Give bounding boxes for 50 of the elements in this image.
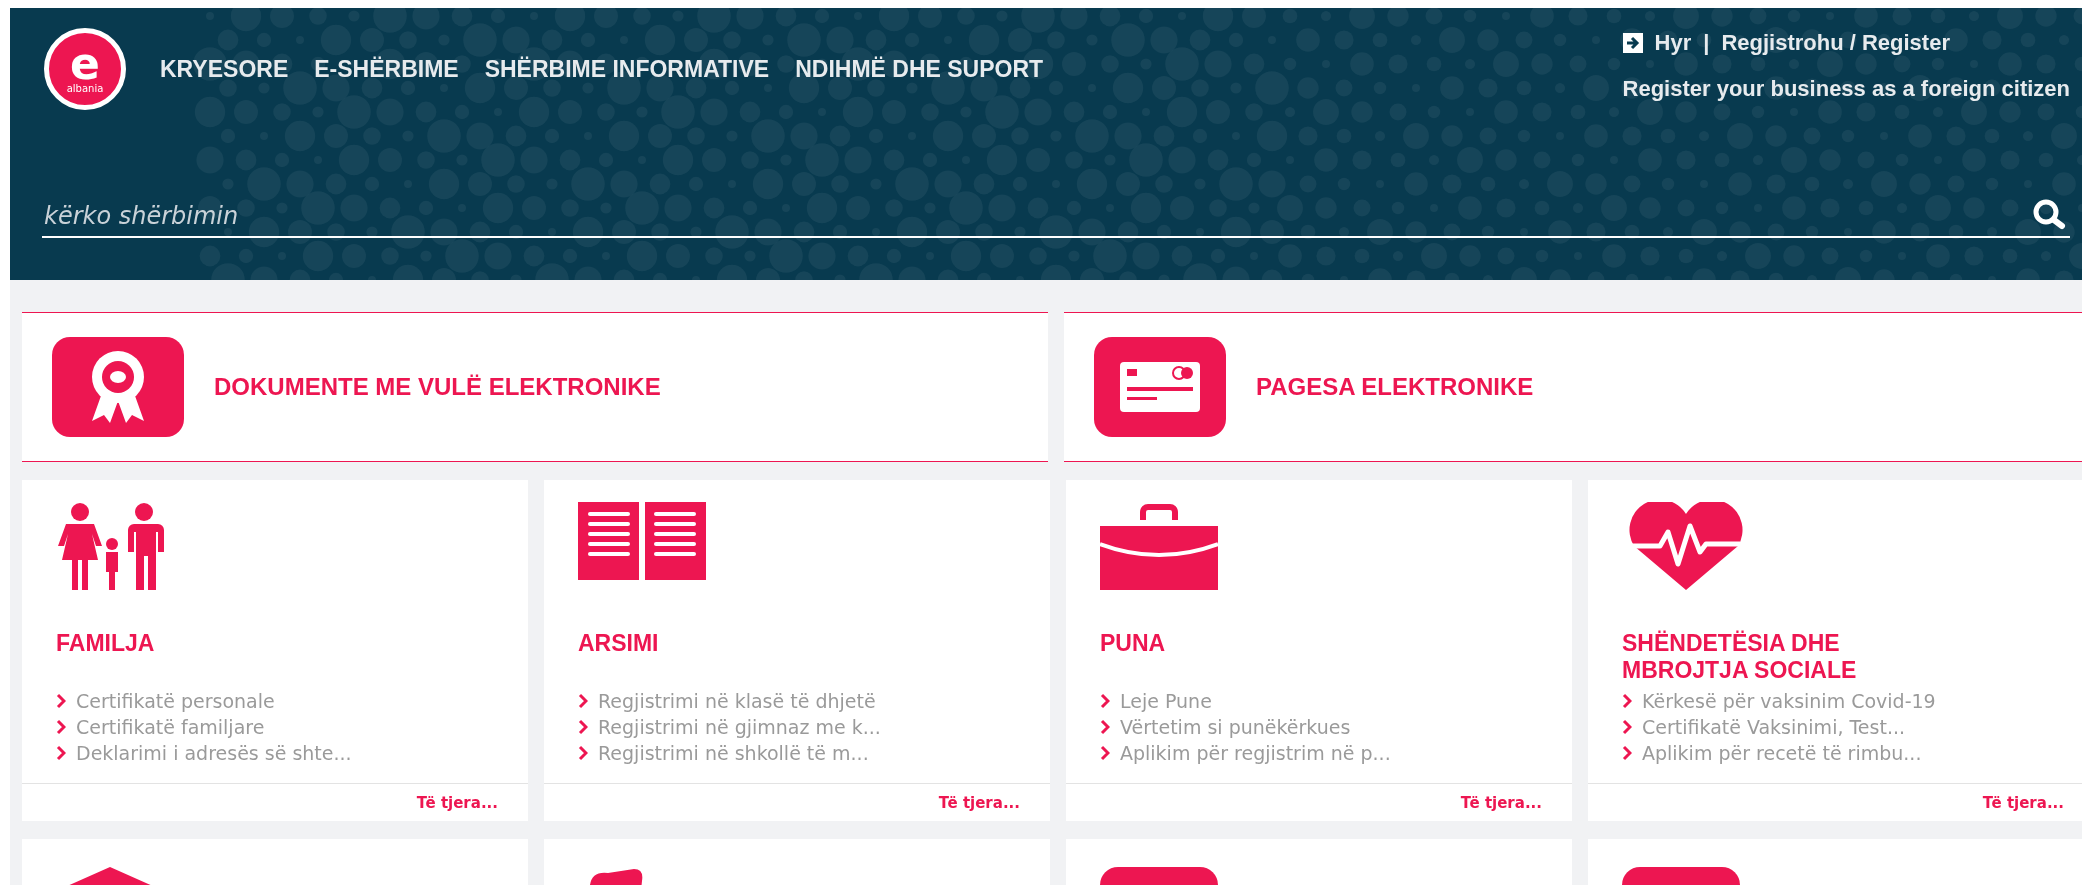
separator: |: [1703, 30, 1710, 56]
foreign-business-link[interactable]: Register your business as a foreign citizen: [1622, 76, 2070, 102]
service-link[interactable]: Leje Pune: [1100, 690, 1538, 712]
nav-link[interactable]: KRYESORE: [160, 56, 289, 83]
chevron-icon: [578, 693, 588, 709]
feature-card[interactable]: DOKUMENTE ME VULË ELEKTRONIKE: [22, 312, 1048, 462]
service-link[interactable]: Regjistrimi në gjimnaz me k...: [578, 716, 1016, 738]
chevron-icon: [56, 693, 66, 709]
chevron-icon: [578, 719, 588, 735]
chevron-icon: [1100, 719, 1110, 735]
login-link[interactable]: Hyr: [1654, 30, 1692, 56]
nav-link[interactable]: NDIHMË DHE SUPORT: [795, 56, 1044, 83]
chevron-icon: [578, 745, 588, 761]
service-link[interactable]: Vërtetim si punëkërkues: [1100, 716, 1538, 738]
service-link[interactable]: Aplikim për recetë të rimbu...: [1622, 742, 2060, 764]
chevron-icon: [1100, 693, 1110, 709]
service-link[interactable]: Regjistrimi në klasë të dhjetë: [578, 690, 1016, 712]
credit-card-icon: [1119, 361, 1201, 413]
nav-link[interactable]: E-SHËRBIME: [314, 56, 459, 83]
category-title[interactable]: SHËNDETËSIA DHE MBROJTJA SOCIALE: [1622, 630, 1922, 690]
chevron-icon: [1622, 719, 1632, 735]
category-title[interactable]: FAMILJA: [56, 630, 356, 690]
chevron-icon: [56, 745, 66, 761]
more-link[interactable]: Të tjera...: [416, 793, 498, 812]
chevron-icon: [1622, 745, 1632, 761]
service-link[interactable]: Certifikatë personale: [56, 690, 494, 712]
chevron-icon: [1622, 693, 1632, 709]
search-field[interactable]: kërko shërbimin: [42, 202, 2032, 230]
login-icon: [1622, 33, 1643, 53]
service-link[interactable]: Deklarimi i adresës së shte...: [56, 742, 494, 764]
more-link[interactable]: Të tjera...: [938, 793, 1020, 812]
feature-title: PAGESA ELEKTRONIKE: [1256, 373, 1534, 401]
service-link[interactable]: Certifikatë Vaksinimi, Test...: [1622, 716, 2060, 738]
search-icon[interactable]: [2032, 198, 2066, 230]
category-title[interactable]: ARSIMI: [578, 630, 878, 690]
open-book-icon: [578, 502, 706, 580]
nav-link[interactable]: SHËRBIME INFORMATIVE: [484, 56, 770, 83]
feature-card[interactable]: PAGESA ELEKTRONIKE: [1064, 312, 2082, 462]
briefcase-icon: [1100, 502, 1218, 590]
chevron-icon: [1100, 745, 1110, 761]
register-link[interactable]: Regjistrohu / Register: [1721, 30, 1950, 56]
category-title[interactable]: PUNA: [1100, 630, 1400, 690]
chevron-icon: [56, 719, 66, 735]
service-link[interactable]: Regjistrimi në shkollë të m...: [578, 742, 1016, 764]
more-link[interactable]: Të tjera...: [1460, 793, 1542, 812]
service-link[interactable]: Kërkesë për vaksinim Covid-19: [1622, 690, 2060, 712]
service-link[interactable]: Certifikatë familjare: [56, 716, 494, 738]
service-link[interactable]: Aplikim për regjistrim në p...: [1100, 742, 1538, 764]
feature-title: DOKUMENTE ME VULË ELEKTRONIKE: [214, 373, 661, 401]
more-link[interactable]: Të tjera...: [1982, 793, 2064, 812]
